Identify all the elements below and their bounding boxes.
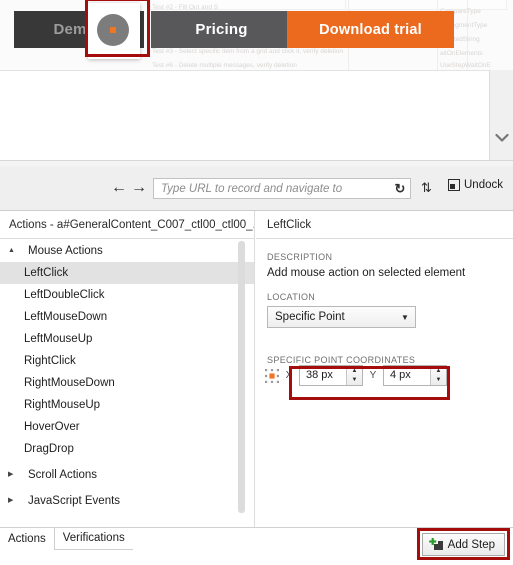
swap-icon[interactable]: ⇅ bbox=[421, 180, 432, 196]
y-stepper-up-icon[interactable]: ▲ bbox=[431, 366, 446, 376]
page-preview: Test #2 - Fill Out and S Test #3 - Selec… bbox=[0, 0, 513, 166]
tree-scrollbar[interactable] bbox=[238, 241, 245, 519]
tree-item-leftmouseup[interactable]: LeftMouseUp bbox=[0, 328, 254, 350]
description-label: DESCRIPTION bbox=[267, 252, 333, 262]
tree-item-label: LeftMouseUp bbox=[24, 333, 93, 345]
chevron-down-icon: ▼ bbox=[401, 312, 409, 322]
tree-group-scroll-actions[interactable]: ▶ Scroll Actions bbox=[0, 463, 254, 486]
tab-actions[interactable]: Actions bbox=[0, 529, 54, 550]
ghost-text: Test #2 - Fill Out and S bbox=[152, 4, 219, 11]
arrow-left-icon[interactable]: ← bbox=[110, 179, 128, 197]
ghost-panel bbox=[345, 0, 507, 10]
tree-item-rightclick[interactable]: RightClick bbox=[0, 350, 254, 372]
ghost-text: aitOnElements bbox=[440, 50, 483, 57]
url-input-wrapper[interactable]: Type URL to record and navigate to ↻ bbox=[153, 178, 411, 199]
undock-label: Undock bbox=[464, 179, 503, 191]
pricing-button[interactable]: Pricing bbox=[151, 11, 292, 48]
add-step-label: Add Step bbox=[447, 538, 495, 551]
tree-group-javascript-events[interactable]: ▶ JavaScript Events bbox=[0, 489, 254, 512]
tree-item-label: LeftMouseDown bbox=[24, 311, 108, 323]
y-stepper-buttons[interactable]: ▲ ▼ bbox=[430, 366, 446, 385]
ghost-text: Test #6 - Delete multiple messages, veri… bbox=[152, 62, 297, 69]
tree-item-label: LeftDoubleClick bbox=[24, 289, 105, 301]
x-stepper-buttons[interactable]: ▲ ▼ bbox=[346, 366, 362, 385]
undock-button[interactable]: Undock bbox=[448, 179, 503, 191]
triangle-right-icon: ▶ bbox=[8, 470, 14, 478]
coordinates-label: SPECIFIC POINT COORDINATES bbox=[267, 355, 416, 365]
x-coordinate-stepper[interactable]: 38 px ▲ ▼ bbox=[299, 365, 363, 386]
detail-header: LeftClick bbox=[256, 211, 513, 239]
tree-item-label: RightClick bbox=[24, 355, 76, 367]
tree-group-label: Scroll Actions bbox=[28, 468, 98, 481]
preview-scrollbar[interactable] bbox=[490, 70, 513, 160]
action-detail-panel: DESCRIPTION Add mouse action on selected… bbox=[256, 239, 513, 527]
tree-item-dragdrop[interactable]: DragDrop bbox=[0, 438, 254, 460]
tree-scrollbar-thumb[interactable] bbox=[238, 241, 245, 513]
coordinates-row: X 38 px ▲ ▼ Y 4 px ▲ ▼ bbox=[265, 365, 447, 386]
ghost-text: Test #3 - Select specific item from a gr… bbox=[152, 48, 344, 55]
bottom-bar: Actions Verifications Add Step bbox=[0, 527, 513, 565]
arrow-right-icon[interactable]: → bbox=[130, 179, 148, 197]
add-step-icon bbox=[428, 538, 443, 551]
description-value: Add mouse action on selected element bbox=[267, 267, 466, 279]
preview-page-body bbox=[0, 70, 490, 161]
x-axis-label: X bbox=[285, 370, 293, 381]
ghost-text: UseStepWaitOnE bbox=[440, 62, 491, 69]
actions-header: Actions - a#GeneralContent_C007_ctl00_ct… bbox=[0, 211, 255, 239]
chevron-down-icon[interactable] bbox=[495, 130, 509, 142]
y-stepper-down-icon[interactable]: ▼ bbox=[431, 376, 446, 386]
location-label: LOCATION bbox=[267, 292, 316, 302]
tree-item-rightmouseup[interactable]: RightMouseUp bbox=[0, 394, 254, 416]
add-step-button[interactable]: Add Step bbox=[421, 533, 505, 556]
tab-verifications[interactable]: Verifications bbox=[53, 528, 133, 550]
tree-item-label: DragDrop bbox=[24, 443, 74, 455]
panel-headers: Actions - a#GeneralContent_C007_ctl00_ct… bbox=[0, 211, 513, 239]
detail-header-label: LeftClick bbox=[267, 218, 312, 231]
x-stepper-down-icon[interactable]: ▼ bbox=[347, 376, 362, 386]
actions-header-label: Actions - a#GeneralContent_C007_ctl00_ct… bbox=[9, 218, 254, 231]
y-axis-label: Y bbox=[369, 370, 377, 381]
anchor-point-icon bbox=[265, 368, 279, 383]
y-coordinate-input[interactable]: 4 px bbox=[384, 366, 430, 385]
url-input[interactable]: Type URL to record and navigate to bbox=[154, 183, 390, 195]
location-select-value: Specific Point bbox=[275, 311, 345, 323]
recorder-toolbar: ← → Type URL to record and navigate to ↻… bbox=[0, 166, 513, 211]
cursor-point-marker-icon bbox=[110, 27, 116, 33]
reload-icon[interactable]: ↻ bbox=[390, 181, 410, 197]
bottom-tabstrip: Actions Verifications bbox=[0, 528, 133, 550]
tree-item-leftmousedown[interactable]: LeftMouseDown bbox=[0, 306, 254, 328]
tree-item-leftdoubleclick[interactable]: LeftDoubleClick bbox=[0, 284, 254, 306]
tree-item-rightmousedown[interactable]: RightMouseDown bbox=[0, 372, 254, 394]
tree-item-label: HoverOver bbox=[24, 421, 80, 433]
x-stepper-up-icon[interactable]: ▲ bbox=[347, 366, 362, 376]
tree-group-mouse-actions[interactable]: ▲ Mouse Actions bbox=[0, 239, 254, 262]
y-coordinate-stepper[interactable]: 4 px ▲ ▼ bbox=[383, 365, 447, 386]
location-select[interactable]: Specific Point ▼ bbox=[267, 306, 416, 328]
tree-group-label: JavaScript Events bbox=[28, 494, 121, 507]
actions-tree-panel: ▲ Mouse Actions LeftClick LeftDoubleClic… bbox=[0, 239, 255, 527]
tree-item-label: RightMouseDown bbox=[24, 377, 115, 389]
tree-item-label: LeftClick bbox=[24, 267, 69, 279]
tree-item-label: RightMouseUp bbox=[24, 399, 101, 411]
tree-item-hoverover[interactable]: HoverOver bbox=[0, 416, 254, 438]
triangle-up-icon: ▲ bbox=[8, 246, 15, 254]
recorder-window: Test #2 - Fill Out and S Test #3 - Selec… bbox=[0, 0, 513, 565]
download-trial-button[interactable]: Download trial bbox=[287, 11, 454, 48]
x-coordinate-input[interactable]: 38 px bbox=[300, 366, 346, 385]
tree-group-label: Mouse Actions bbox=[28, 244, 103, 257]
triangle-right-icon: ▶ bbox=[8, 496, 14, 504]
undock-icon bbox=[448, 179, 460, 191]
tree-item-leftclick[interactable]: LeftClick bbox=[0, 262, 254, 284]
